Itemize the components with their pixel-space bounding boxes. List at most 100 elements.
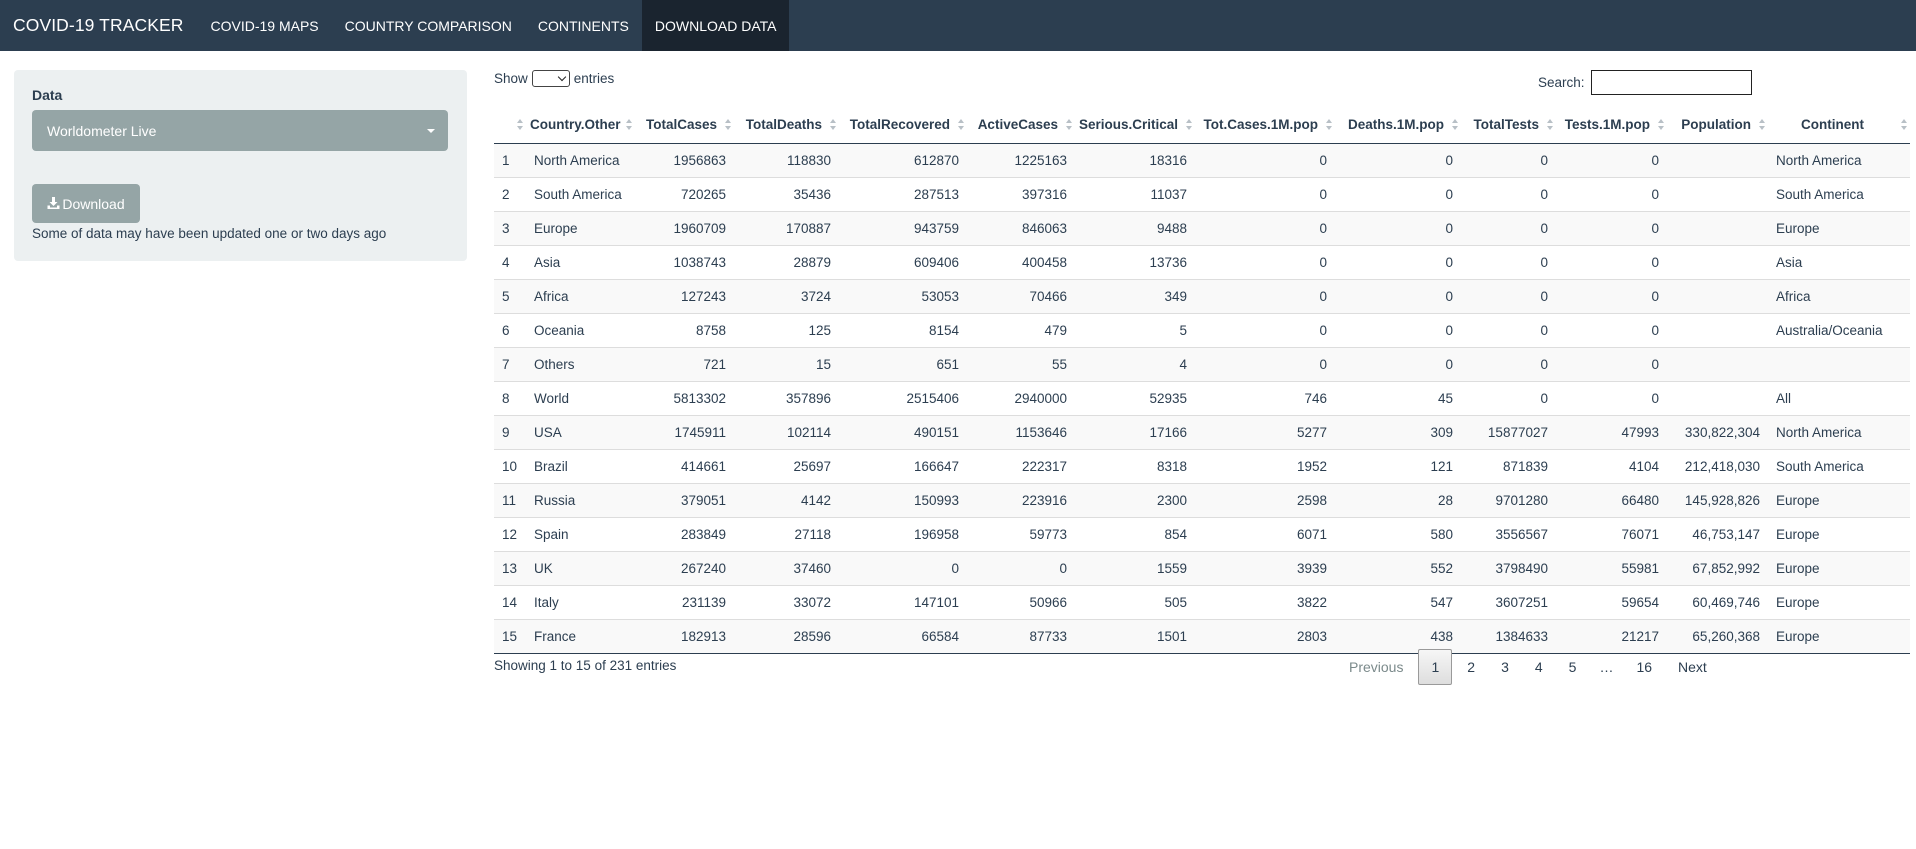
- table-cell: 2940000: [967, 381, 1075, 416]
- table-cell: 0: [1335, 347, 1461, 382]
- table-cell: 8: [494, 381, 526, 416]
- table-cell: 1153646: [967, 415, 1075, 450]
- table-cell: 37460: [734, 551, 839, 586]
- column-header-tests-1m-pop[interactable]: Tests.1M.pop: [1556, 105, 1667, 144]
- table-cell: 170887: [734, 211, 839, 246]
- table-row[interactable]: 8 World 5813302 357896 2515406 2940000 52935 74…: [494, 381, 1910, 416]
- page-button-1[interactable]: 1: [1418, 649, 1453, 685]
- table-row[interactable]: 11 Russia 379051 4142 150993 223916 2300 2598 28…: [494, 483, 1910, 518]
- table-row[interactable]: 3 Europe 1960709 170887 943759 846063 9488 0 0 0 0…: [494, 211, 1910, 246]
- nav-item-download-data[interactable]: DOWNLOAD DATA: [641, 0, 790, 51]
- table-row[interactable]: 13 UK 267240 37460 0 0 1559 3939 552 3798490 55981…: [494, 551, 1910, 586]
- table-row[interactable]: 14 Italy 231139 33072 147101 50966 505 3822 547 3…: [494, 585, 1910, 620]
- table-cell: 4104: [1556, 449, 1667, 484]
- table-cell: 59654: [1556, 585, 1667, 620]
- column-header-label: Deaths.1M.pop: [1347, 116, 1444, 132]
- nav-item-continents[interactable]: CONTINENTS: [525, 0, 642, 51]
- table-cell: 0: [1556, 279, 1667, 314]
- column-header-totaldeaths[interactable]: TotalDeaths: [734, 105, 839, 144]
- table-cell: 0: [1556, 245, 1667, 280]
- table-cell: 13: [494, 551, 526, 586]
- next-page-button[interactable]: Next: [1665, 650, 1720, 684]
- column-header-country-other[interactable]: Country.Other: [526, 105, 635, 144]
- column-header-activecases[interactable]: ActiveCases: [967, 105, 1075, 144]
- sort-icon: [1658, 119, 1664, 130]
- column-header-totalcases[interactable]: TotalCases: [635, 105, 734, 144]
- table-row[interactable]: 9 USA 1745911 102114 490151 1153646 17166 5277 3…: [494, 415, 1910, 450]
- table-cell: 127243: [635, 279, 734, 314]
- table-cell: 3724: [734, 279, 839, 314]
- table-info: Showing 1 to 15 of 231 entries: [494, 658, 677, 673]
- table-cell: 0: [1461, 177, 1556, 212]
- download-button[interactable]: Download: [32, 184, 140, 223]
- column-header-deaths-1m-pop[interactable]: Deaths.1M.pop: [1335, 105, 1461, 144]
- table-cell: 720265: [635, 177, 734, 212]
- page-button-3[interactable]: 3: [1488, 650, 1522, 684]
- table-cell: 0: [1556, 313, 1667, 348]
- table-cell: 28596: [734, 619, 839, 654]
- entries-length-control: Show entries: [494, 70, 614, 87]
- table-cell: 13736: [1075, 245, 1195, 280]
- table-cell: [1667, 279, 1768, 314]
- table-cell: 9488: [1075, 211, 1195, 246]
- table-cell: 552: [1335, 551, 1461, 586]
- table-row[interactable]: 2 South America 720265 35436 287513 397316 110…: [494, 177, 1910, 212]
- table-cell: 943759: [839, 211, 967, 246]
- sort-icon: [1452, 119, 1458, 130]
- table-cell: [1667, 177, 1768, 212]
- table-row[interactable]: 6 Oceania 8758 125 8154 479 5 0 0 0 0 Australia/Oce…: [494, 313, 1910, 348]
- table-cell: South America: [526, 177, 635, 212]
- table-cell: 0: [1556, 143, 1667, 178]
- page-button-16[interactable]: 16: [1623, 650, 1665, 684]
- table-cell: 70466: [967, 279, 1075, 314]
- table-cell: 0: [1461, 381, 1556, 416]
- column-header-label: TotalCases: [645, 116, 717, 132]
- table-cell: All: [1768, 381, 1910, 416]
- table-row[interactable]: 10 Brazil 414661 25697 166647 222317 8318 1952 1…: [494, 449, 1910, 484]
- table-cell: 11037: [1075, 177, 1195, 212]
- table-row[interactable]: 12 Spain 283849 27118 196958 59773 854 6071 580 3…: [494, 517, 1910, 552]
- table-cell: 1038743: [635, 245, 734, 280]
- table-cell: Europe: [1768, 619, 1910, 654]
- table-cell: 27118: [734, 517, 839, 552]
- sort-icon: [517, 119, 523, 130]
- table-header-row: Country.Other TotalCases TotalDeaths TotalR…: [494, 105, 1910, 144]
- nav-item-covid-maps[interactable]: COVID-19 MAPS: [197, 0, 331, 51]
- column-header-tot-cases-1m-pop[interactable]: Tot.Cases.1M.pop: [1195, 105, 1335, 144]
- table-cell: Italy: [526, 585, 635, 620]
- entries-length-select[interactable]: [531, 70, 570, 87]
- page-button-5[interactable]: 5: [1556, 650, 1590, 684]
- data-source-select[interactable]: Worldometer Live: [32, 110, 448, 151]
- table-row[interactable]: 7 Others 721 15 651 55 4 0 0 0 0: [494, 347, 1910, 382]
- table-cell: 76071: [1556, 517, 1667, 552]
- brand-title[interactable]: COVID-19 TRACKER: [0, 0, 197, 51]
- table-cell: 3556567: [1461, 517, 1556, 552]
- table-row[interactable]: 1 North America 1956863 118830 612870 1225163…: [494, 143, 1910, 178]
- column-header-continent[interactable]: Continent: [1768, 105, 1910, 144]
- table-cell: Others: [526, 347, 635, 382]
- table-cell: 60,469,746: [1667, 585, 1768, 620]
- sort-icon: [1186, 119, 1192, 130]
- search-input[interactable]: [1590, 70, 1752, 95]
- table-row[interactable]: 4 Asia 1038743 28879 609406 400458 13736 0 0 0 0 As…: [494, 245, 1910, 280]
- table-cell: 1: [494, 143, 526, 178]
- table-row[interactable]: 5 Africa 127243 3724 53053 70466 349 0 0 0 0 Africa: [494, 279, 1910, 314]
- table-cell: South America: [1768, 449, 1910, 484]
- column-header-population[interactable]: Population: [1667, 105, 1768, 144]
- table-cell: 0: [1195, 245, 1335, 280]
- nav-item-country-comparison[interactable]: COUNTRY COMPARISON: [332, 0, 525, 51]
- sidebar-panel: Data Worldometer Live Download Some of d…: [14, 70, 467, 261]
- table-cell: 3607251: [1461, 585, 1556, 620]
- column-header-totaltests[interactable]: TotalTests: [1461, 105, 1556, 144]
- table-cell: 0: [1556, 347, 1667, 382]
- column-header-label: Tot.Cases.1M.pop: [1203, 116, 1318, 132]
- column-header-index[interactable]: [494, 105, 526, 144]
- table-cell: 28879: [734, 245, 839, 280]
- page-button-4[interactable]: 4: [1522, 650, 1556, 684]
- page-button-2[interactable]: 2: [1454, 650, 1488, 684]
- column-header-serious-critical[interactable]: Serious.Critical: [1075, 105, 1195, 144]
- previous-page-button[interactable]: Previous: [1336, 650, 1416, 684]
- table-cell: 15: [734, 347, 839, 382]
- column-header-totalrecovered[interactable]: TotalRecovered: [839, 105, 967, 144]
- table-cell: 547: [1335, 585, 1461, 620]
